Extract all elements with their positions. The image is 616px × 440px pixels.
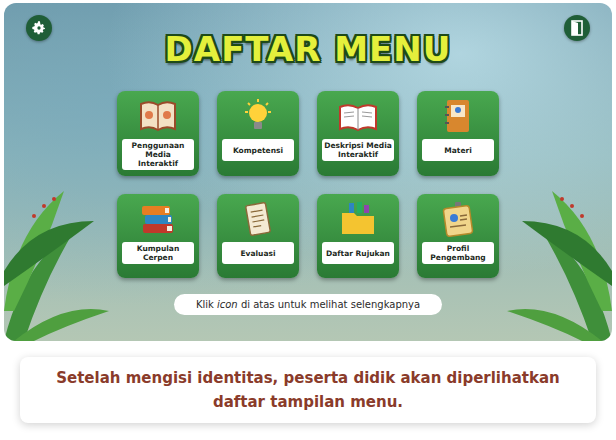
header: DAFTAR MENU	[26, 15, 590, 69]
books-stack-icon	[139, 202, 177, 236]
menu-card-icon-box	[222, 199, 294, 239]
folder-icon	[339, 201, 377, 237]
book-icon	[138, 98, 178, 134]
menu-card-icon-box	[122, 96, 194, 136]
settings-button[interactable]	[26, 15, 52, 41]
gear-icon	[31, 20, 47, 36]
menu-card-label: Daftar Rujukan	[322, 242, 394, 264]
menu-card-label: Kumpulan Cerpen	[122, 242, 194, 264]
menu-card-icon-box	[422, 199, 494, 239]
menu-card[interactable]: Profil Pengembang	[417, 194, 499, 278]
menu-panel: DAFTAR MENU Penggunaan Media Interaktif Ko…	[4, 3, 612, 341]
menu-card-icon-box	[422, 96, 494, 136]
menu-card[interactable]: Materi	[417, 91, 499, 176]
document-icon	[243, 201, 273, 237]
menu-card-label: Materi	[422, 139, 494, 161]
menu-card[interactable]: Kompetensi	[217, 91, 299, 176]
bulb-icon	[242, 98, 274, 134]
menu-card-label: Deskripsi Media Interaktif	[322, 139, 394, 161]
page: DAFTAR MENU Penggunaan Media Interaktif Ko…	[0, 0, 616, 426]
leaves-left-icon	[4, 111, 114, 341]
leaves-right-icon	[502, 111, 612, 341]
menu-card[interactable]: Daftar Rujukan	[317, 194, 399, 278]
menu-grid: Penggunaan Media Interaktif Kompetensi Des…	[117, 91, 499, 278]
door-icon	[570, 20, 584, 36]
menu-card-icon-box	[122, 199, 194, 239]
id-card-icon	[441, 201, 475, 237]
menu-card[interactable]: Kumpulan Cerpen	[117, 194, 199, 278]
menu-card-icon-box	[322, 199, 394, 239]
open-book-icon	[338, 99, 378, 133]
menu-card-label: Penggunaan Media Interaktif	[122, 139, 194, 170]
menu-card-label: Evaluasi	[222, 242, 294, 264]
caption: Setelah mengisi identitas, peserta didik…	[20, 357, 596, 423]
menu-card[interactable]: Penggunaan Media Interaktif	[117, 91, 199, 176]
menu-title: DAFTAR MENU	[56, 29, 560, 69]
menu-card[interactable]: Evaluasi	[217, 194, 299, 278]
menu-card[interactable]: Deskripsi Media Interaktif	[317, 91, 399, 176]
exit-button[interactable]	[564, 15, 590, 41]
menu-card-icon-box	[322, 96, 394, 136]
menu-card-label: Kompetensi	[222, 139, 294, 161]
hint-pill: Klik icon di atas untuk melihat selengka…	[174, 294, 442, 315]
menu-card-label: Profil Pengembang	[422, 242, 494, 264]
menu-card-icon-box	[222, 96, 294, 136]
notebook-icon	[443, 98, 473, 134]
